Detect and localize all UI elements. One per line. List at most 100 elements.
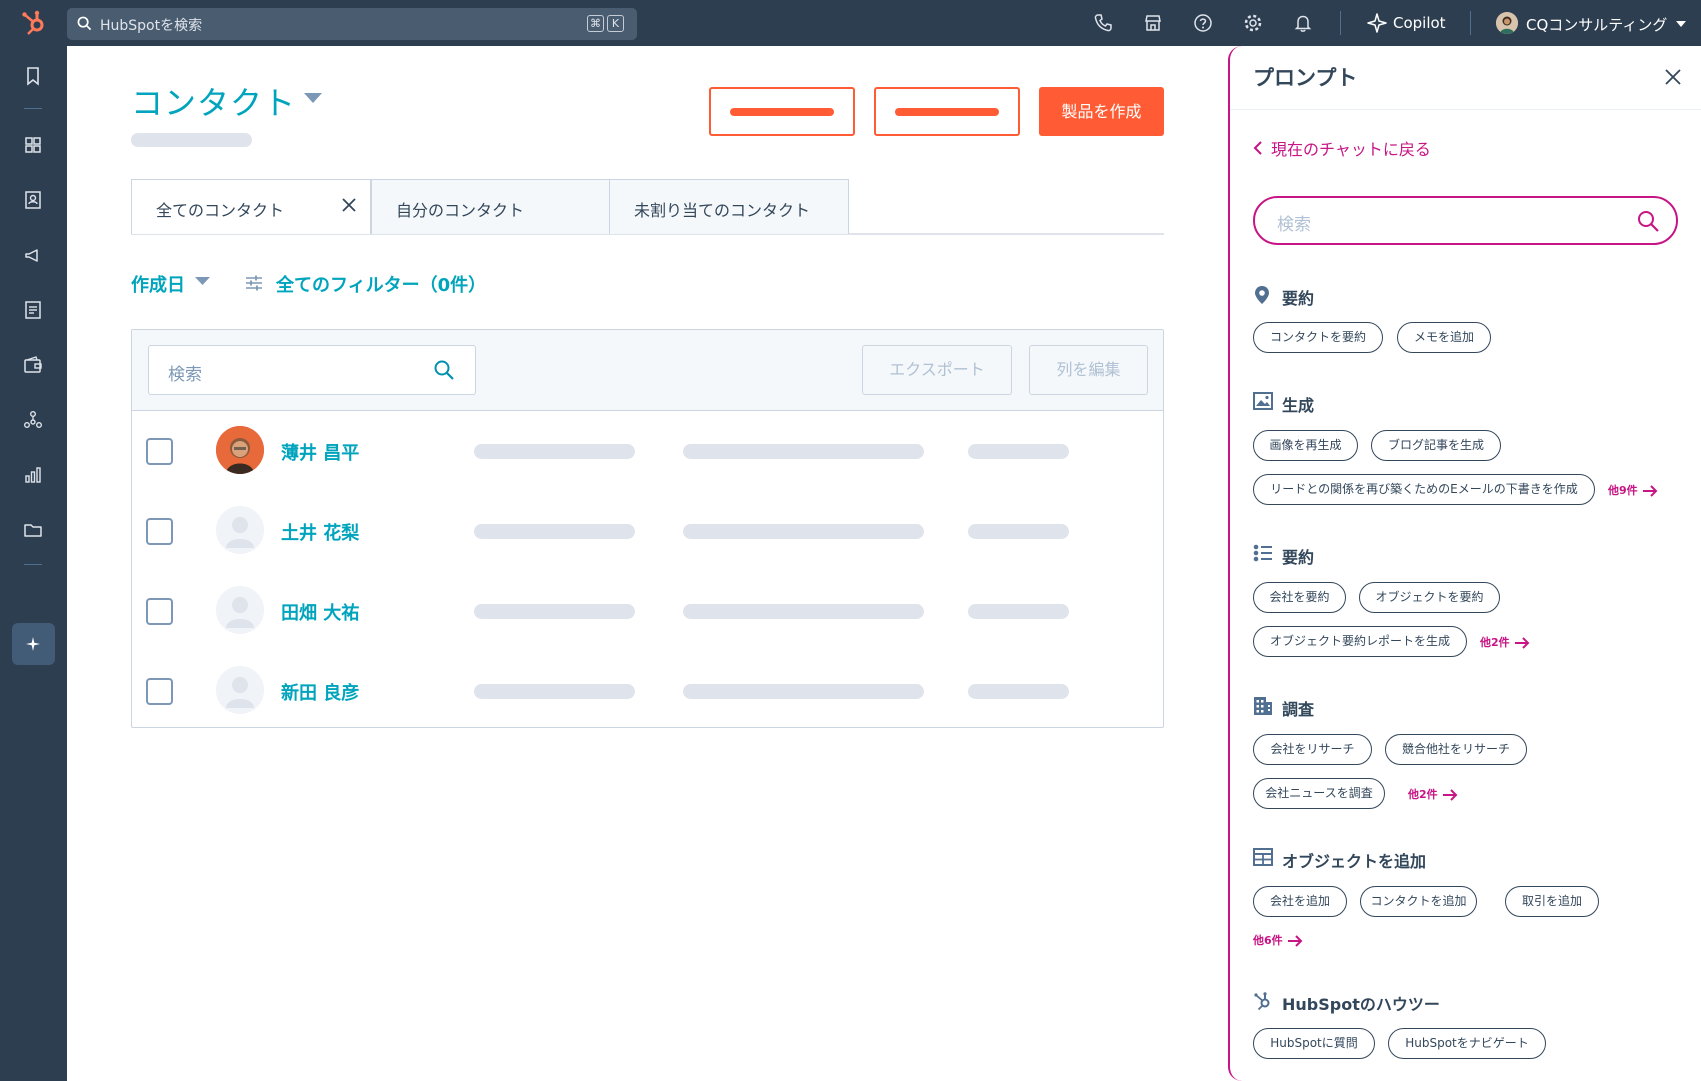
hubspot-logo-icon[interactable]: [20, 9, 48, 37]
top-navigation-bar: HubSpotを検索 ⌘ K Copilot CQコンサルティング: [0, 0, 1701, 46]
megaphone-icon[interactable]: [22, 244, 44, 266]
list-icon: [1253, 544, 1272, 562]
created-date-filter[interactable]: 作成日: [131, 271, 185, 297]
close-icon[interactable]: [1664, 68, 1682, 86]
prompt-chip[interactable]: ブログ記事を生成: [1371, 430, 1501, 461]
button-label-placeholder: [895, 108, 999, 116]
section-title: 要約: [1282, 548, 1315, 567]
prompt-chip[interactable]: 競合他社をリサーチ: [1385, 734, 1527, 765]
prompt-chip[interactable]: 会社ニュースを調査: [1253, 778, 1385, 809]
contacts-book-icon[interactable]: [22, 189, 44, 211]
row-checkbox[interactable]: [146, 438, 173, 465]
secondary-action-button[interactable]: [874, 87, 1020, 136]
prompt-search-placeholder: 検索: [1277, 215, 1311, 235]
row-checkbox[interactable]: [146, 598, 173, 625]
chevron-down-icon: [1676, 21, 1686, 27]
close-icon[interactable]: [340, 196, 358, 214]
cell-placeholder: [968, 604, 1069, 619]
tab-label: 全てのコンタクト: [156, 201, 285, 220]
sidebar-divider: [24, 108, 42, 109]
table-row[interactable]: 新田 良彦: [132, 651, 1163, 731]
map-pin-icon: [1255, 286, 1269, 304]
help-icon[interactable]: [1193, 13, 1213, 33]
cell-placeholder: [474, 684, 635, 699]
cell-placeholder: [968, 524, 1069, 539]
back-to-chat-link[interactable]: 現在のチャットに戻る: [1253, 136, 1431, 160]
table-row[interactable]: 田畑 大祐: [132, 571, 1163, 651]
prompt-chip[interactable]: HubSpotに質問: [1253, 1028, 1375, 1059]
chevron-left-icon: [1253, 141, 1262, 155]
settings-gear-icon[interactable]: [1243, 13, 1263, 33]
prompt-chip[interactable]: HubSpotをナビゲート: [1388, 1028, 1546, 1059]
prompt-chip[interactable]: メモを追加: [1397, 322, 1491, 353]
search-icon: [434, 360, 454, 380]
global-search-input[interactable]: HubSpotを検索 ⌘ K: [67, 8, 637, 40]
row-checkbox[interactable]: [146, 678, 173, 705]
notifications-bell-icon[interactable]: [1293, 13, 1313, 33]
panel-header: プロンプト: [1230, 46, 1701, 110]
reports-bar-chart-icon[interactable]: [22, 464, 44, 486]
cell-placeholder: [474, 604, 635, 619]
tab-label: 未割り当てのコンタクト: [634, 201, 811, 220]
contact-name-link[interactable]: 新田 良彦: [281, 679, 359, 705]
prompt-chip[interactable]: 画像を再生成: [1253, 430, 1358, 461]
network-icon[interactable]: [22, 409, 44, 431]
prompt-chip[interactable]: オブジェクト要約レポートを生成: [1253, 626, 1467, 657]
contact-name-link[interactable]: 土井 花梨: [281, 519, 359, 545]
tab-my-contacts[interactable]: 自分のコンタクト: [371, 179, 610, 234]
secondary-action-button[interactable]: [709, 87, 855, 136]
chevron-down-icon[interactable]: [304, 93, 322, 104]
page-title[interactable]: コンタクト: [131, 78, 296, 124]
marketplace-icon[interactable]: [1143, 13, 1163, 33]
section-title: オブジェクトを追加: [1282, 852, 1427, 871]
row-checkbox[interactable]: [146, 518, 173, 545]
prompt-chip[interactable]: コンタクトを要約: [1253, 322, 1383, 353]
contact-avatar-placeholder: [216, 506, 264, 554]
table-row[interactable]: 薄井 昌平: [132, 411, 1163, 491]
cell-placeholder: [683, 444, 924, 459]
bookmark-icon[interactable]: [22, 65, 44, 87]
prompt-chip[interactable]: コンタクトを追加: [1360, 886, 1477, 917]
phone-icon[interactable]: [1093, 13, 1113, 33]
prompt-chip[interactable]: 取引を追加: [1505, 886, 1599, 917]
account-menu[interactable]: CQコンサルティング: [1496, 11, 1696, 35]
create-product-button[interactable]: 製品を作成: [1039, 87, 1164, 136]
prompt-chip[interactable]: リードとの関係を再び築くためのEメールの下書きを作成: [1253, 474, 1595, 505]
more-prompts-link[interactable]: 他6件: [1253, 932, 1303, 948]
all-filters-button[interactable]: 全てのフィルター（0件）: [276, 271, 486, 297]
tab-unassigned-contacts[interactable]: 未割り当てのコンタクト: [609, 179, 849, 234]
prompt-chip[interactable]: 会社を要約: [1253, 582, 1346, 613]
prompt-chip[interactable]: 会社をリサーチ: [1253, 734, 1372, 765]
edit-columns-button[interactable]: 列を編集: [1029, 345, 1148, 395]
contact-name-link[interactable]: 田畑 大祐: [281, 599, 359, 625]
export-button[interactable]: エクスポート: [862, 345, 1012, 395]
contact-name-link[interactable]: 薄井 昌平: [281, 439, 359, 465]
sidebar-item-copilot-active[interactable]: [12, 623, 55, 665]
dashboard-grid-icon[interactable]: [22, 134, 44, 156]
cell-placeholder: [968, 684, 1069, 699]
prompt-search-input[interactable]: 検索: [1253, 196, 1678, 245]
section-title: 生成: [1282, 396, 1315, 415]
prompt-chip[interactable]: オブジェクトを要約: [1359, 582, 1500, 613]
tab-all-contacts[interactable]: 全てのコンタクト: [131, 179, 371, 234]
arrow-right-icon: [1287, 935, 1303, 947]
more-prompts-label: 他6件: [1253, 934, 1283, 947]
prompt-chip[interactable]: 会社を追加: [1253, 886, 1347, 917]
tab-label: 自分のコンタクト: [396, 201, 525, 220]
table-search-input[interactable]: 検索: [148, 345, 476, 395]
wallet-icon[interactable]: [22, 354, 44, 376]
more-prompts-link[interactable]: 他2件: [1480, 634, 1530, 650]
cell-placeholder: [683, 524, 924, 539]
view-tabs: 全てのコンタクト 自分のコンタクト 未割り当てのコンタクト: [131, 179, 1164, 235]
sidebar-divider: [24, 564, 42, 565]
cell-placeholder: [683, 604, 924, 619]
cell-placeholder: [968, 444, 1069, 459]
content-document-icon[interactable]: [22, 299, 44, 321]
chevron-down-icon[interactable]: [195, 277, 210, 286]
more-prompts-link[interactable]: 他9件: [1608, 482, 1658, 498]
arrow-right-icon: [1514, 637, 1530, 649]
folder-icon[interactable]: [22, 519, 44, 541]
more-prompts-link[interactable]: 他2件: [1408, 786, 1458, 802]
more-prompts-label: 他2件: [1408, 788, 1438, 801]
table-row[interactable]: 土井 花梨: [132, 491, 1163, 571]
